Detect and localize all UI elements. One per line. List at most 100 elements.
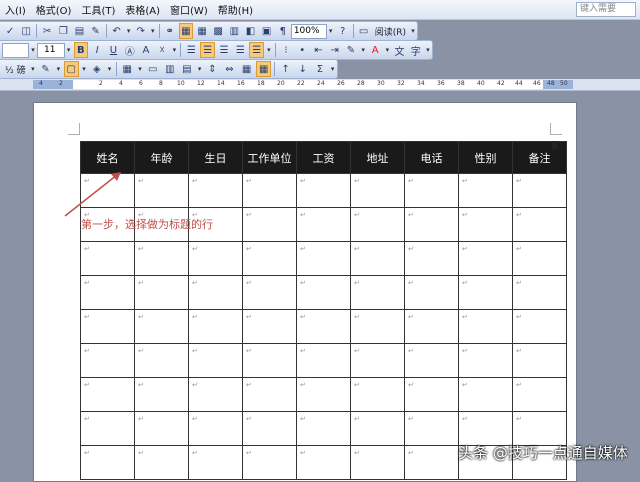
table-cell[interactable]: ↵ [404, 173, 459, 208]
toolbar-options-icon[interactable]: ▾ [409, 24, 417, 39]
table-cell[interactable]: ↵ [80, 241, 135, 276]
shading-color-icon[interactable]: ◈ [89, 61, 104, 77]
table-cell[interactable]: ↵ [512, 173, 567, 208]
table-cell[interactable]: ↵ [242, 377, 297, 412]
insert-table-icon-2[interactable]: ▦ [120, 61, 135, 77]
table-cell[interactable]: ↵ [458, 173, 513, 208]
table-cell[interactable]: ↵ [350, 173, 405, 208]
table-cell[interactable]: ↵ [404, 411, 459, 446]
table-cell[interactable]: ↵ [512, 275, 567, 310]
document-page[interactable]: 姓名 年龄 生日 工作单位 工资 地址 电话 性别 备注 ↵ ↵ ↵ ↵ ↵ ↵ ↵ ↵ ↵ ↵ ↵… [33, 102, 577, 482]
table-cell[interactable]: ↵ [242, 309, 297, 344]
header-cell[interactable]: 年龄 [134, 141, 189, 174]
header-cell[interactable]: 地址 [350, 141, 405, 174]
columns-icon[interactable]: ▥ [227, 23, 241, 39]
menu-window[interactable]: 窗口(W) [165, 2, 213, 17]
table-cell[interactable]: ↵ [188, 309, 243, 344]
header-cell[interactable]: 电话 [404, 141, 459, 174]
font-size-dropdown-icon[interactable]: ▾ [65, 43, 73, 58]
hyperlink-icon[interactable]: ⚭ [163, 23, 177, 39]
table-cell[interactable]: ↵ [134, 445, 189, 480]
table-cell[interactable]: ↵ [188, 241, 243, 276]
char-shading-icon[interactable]: A [139, 42, 153, 58]
table-cell[interactable]: ↵ [242, 207, 297, 242]
line-weight-select[interactable]: ½ 磅 [2, 63, 29, 76]
table-cell[interactable]: ↵ [350, 275, 405, 310]
table-cell[interactable]: ↵ [512, 241, 567, 276]
insert-table-dropdown-icon[interactable]: ▾ [136, 62, 144, 77]
table-cell[interactable]: ↵ [404, 445, 459, 480]
border-color-icon[interactable]: ✎ [38, 61, 53, 77]
align-right-icon[interactable]: ☰ [217, 42, 231, 58]
table-cell[interactable]: ↵ [350, 207, 405, 242]
table-cell[interactable]: ↵ [188, 275, 243, 310]
table-cell[interactable]: ↵ [296, 343, 351, 378]
table-cell[interactable]: ↵ [512, 309, 567, 344]
table-cell[interactable]: ↵ [296, 173, 351, 208]
table-cell[interactable]: ↵ [350, 377, 405, 412]
menu-format[interactable]: 格式(O) [31, 2, 77, 17]
table-cell[interactable]: ↵ [458, 309, 513, 344]
drawing-icon[interactable]: ◧ [243, 23, 257, 39]
font-name-dropdown-icon[interactable]: ▾ [29, 43, 37, 58]
distribute-rows-icon[interactable]: ⇕ [205, 61, 220, 77]
table-cell[interactable]: ↵ [458, 343, 513, 378]
table-cell[interactable]: ↵ [134, 173, 189, 208]
table-cell[interactable]: ↵ [296, 275, 351, 310]
table-cell[interactable]: ↵ [350, 241, 405, 276]
header-cell[interactable]: 工作单位 [242, 141, 297, 174]
table-cell[interactable]: ↵ [242, 173, 297, 208]
decrease-indent-icon[interactable]: ⇤ [311, 42, 325, 58]
table-cell[interactable]: ↵ [242, 411, 297, 446]
table-cell[interactable]: ↵ [350, 411, 405, 446]
bold-button[interactable]: B [73, 42, 89, 58]
table-cell[interactable]: ↵ [404, 309, 459, 344]
table-cell[interactable]: ↵ [404, 241, 459, 276]
table-cell[interactable]: ↵ [188, 411, 243, 446]
line-spacing-dropdown-icon[interactable]: ▾ [265, 43, 273, 58]
table-autoformat-icon[interactable]: ▦ [239, 61, 254, 77]
border-color-dropdown-icon[interactable]: ▾ [54, 62, 62, 77]
redo-dropdown-icon[interactable]: ▾ [149, 24, 157, 39]
table-cell[interactable]: ↵ [512, 377, 567, 412]
table-cell[interactable]: ↵ [512, 343, 567, 378]
table-row[interactable]: ↵ ↵ ↵ ↵ ↵ ↵ ↵ ↵ ↵ [80, 411, 567, 446]
table-cell[interactable]: ↵ [404, 343, 459, 378]
header-cell[interactable]: 性别 [458, 141, 513, 174]
border-dropdown-icon[interactable]: ▾ [80, 62, 88, 77]
char-scale-dropdown-icon[interactable]: ▾ [170, 43, 178, 58]
toolbar3-options-icon[interactable]: ▾ [328, 62, 336, 77]
table-cell[interactable]: ↵ [350, 343, 405, 378]
spelling-icon[interactable]: ✓ [3, 23, 17, 39]
highlight-icon[interactable]: ✎ [344, 42, 358, 58]
insert-table-icon[interactable]: ▦ [195, 23, 209, 39]
table-cell[interactable]: ↵ [296, 309, 351, 344]
help-icon[interactable]: ? [336, 23, 350, 39]
table-cell[interactable]: ↵ [350, 445, 405, 480]
table-cell[interactable]: ↵ [296, 445, 351, 480]
table-cell[interactable]: ↵ [458, 241, 513, 276]
justify-icon[interactable]: ☰ [233, 42, 247, 58]
menu-help[interactable]: 帮助(H) [213, 2, 258, 17]
table-row[interactable]: ↵ ↵ ↵ ↵ ↵ ↵ ↵ ↵ ↵ [80, 377, 567, 412]
font-color-icon[interactable]: A [368, 42, 382, 58]
menu-tools[interactable]: 工具(T) [76, 2, 120, 17]
sort-ascending-icon[interactable]: ↑ [278, 61, 293, 77]
cut-icon[interactable]: ✂ [40, 23, 54, 39]
table-cell[interactable]: ↵ [134, 377, 189, 412]
menu-table[interactable]: 表格(A) [120, 2, 165, 17]
insert-excel-icon[interactable]: ▩ [211, 23, 225, 39]
table-cell[interactable]: ↵ [188, 343, 243, 378]
align-center-icon[interactable]: ☰ [200, 42, 215, 58]
horizontal-ruler[interactable]: 4 2 2 4 6 8 10 12 14 16 18 20 22 24 26 2… [33, 80, 573, 89]
table-row[interactable]: ↵ ↵ ↵ ↵ ↵ ↵ ↵ ↵ ↵ [80, 173, 567, 208]
menu-insert[interactable]: 入(I) [0, 2, 31, 17]
bullets-icon[interactable]: • [295, 42, 309, 58]
table-cell[interactable]: ↵ [296, 207, 351, 242]
table-cell[interactable]: ↵ [458, 275, 513, 310]
paste-icon[interactable]: ▤ [72, 23, 86, 39]
table-cell[interactable]: ↵ [134, 343, 189, 378]
table-header-row[interactable]: 姓名 年龄 生日 工作单位 工资 地址 电话 性别 备注 [80, 141, 567, 174]
table-row[interactable]: ↵ ↵ ↵ ↵ ↵ ↵ ↵ ↵ ↵ [80, 275, 567, 310]
document-map-icon[interactable]: ▣ [260, 23, 274, 39]
